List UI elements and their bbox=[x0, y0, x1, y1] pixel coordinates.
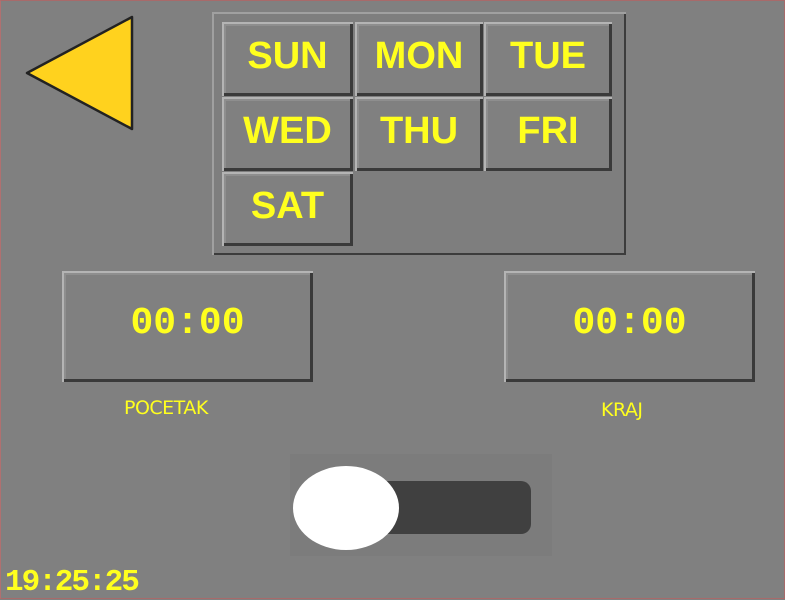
start-time-label: POCETAK bbox=[124, 397, 208, 419]
end-time-label: KRAJ bbox=[601, 399, 643, 421]
day-button-sat[interactable]: SAT bbox=[222, 172, 353, 246]
clock-display: 19:25:25 bbox=[5, 565, 140, 600]
end-time-button[interactable]: 00:00 bbox=[504, 271, 755, 382]
day-button-sun[interactable]: SUN bbox=[222, 22, 353, 96]
back-arrow-icon bbox=[25, 15, 134, 131]
day-button-mon[interactable]: MON bbox=[355, 22, 483, 96]
day-button-wed[interactable]: WED bbox=[222, 97, 353, 171]
toggle-knob[interactable] bbox=[293, 466, 399, 550]
day-button-thu[interactable]: THU bbox=[355, 97, 483, 171]
start-time-button[interactable]: 00:00 bbox=[62, 271, 313, 382]
day-button-fri[interactable]: FRI bbox=[484, 97, 612, 171]
day-button-tue[interactable]: TUE bbox=[484, 22, 612, 96]
back-button[interactable] bbox=[22, 14, 140, 134]
